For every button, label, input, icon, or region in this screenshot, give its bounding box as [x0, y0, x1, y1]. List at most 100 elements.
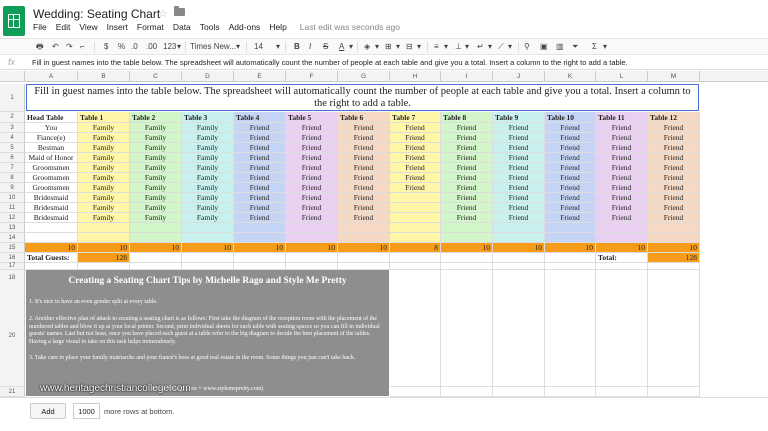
guest-cell[interactable]: [493, 233, 545, 243]
font-size-select[interactable]: 14: [254, 41, 263, 53]
cell[interactable]: [182, 253, 234, 263]
guest-cell[interactable]: Friend: [545, 203, 596, 213]
guest-cell[interactable]: Friend: [545, 143, 596, 153]
cell[interactable]: [493, 286, 545, 387]
chevron-down-icon[interactable]: ▾: [396, 41, 400, 53]
table-header[interactable]: Table 2: [130, 112, 182, 123]
guest-cell[interactable]: Family: [78, 193, 130, 203]
guest-cell[interactable]: Friend: [390, 153, 441, 163]
guest-cell[interactable]: Friend: [234, 213, 286, 223]
guest-cell[interactable]: Friend: [234, 193, 286, 203]
guest-cell[interactable]: Friend: [338, 143, 390, 153]
cell[interactable]: [441, 263, 493, 270]
cell[interactable]: [493, 270, 545, 287]
chevron-down-icon[interactable]: ▾: [417, 41, 421, 53]
guest-cell[interactable]: [78, 223, 130, 233]
guest-cell[interactable]: Family: [78, 183, 130, 193]
row-header-6[interactable]: 6: [0, 153, 25, 163]
guest-cell[interactable]: Family: [78, 163, 130, 173]
guest-cell[interactable]: Friend: [545, 173, 596, 183]
guest-cell[interactable]: [234, 223, 286, 233]
guest-cell[interactable]: Friend: [234, 173, 286, 183]
guest-cell[interactable]: Family: [182, 123, 234, 133]
folder-icon[interactable]: [174, 6, 185, 16]
guest-cell[interactable]: Family: [130, 163, 182, 173]
filter-icon[interactable]: ⏷: [572, 41, 578, 53]
head-table-cell[interactable]: Groomsmen: [25, 163, 78, 173]
guest-cell[interactable]: [390, 203, 441, 213]
row-header-13[interactable]: 13: [0, 223, 25, 233]
menu-data[interactable]: Data: [173, 22, 191, 32]
guest-cell[interactable]: Friend: [493, 183, 545, 193]
guest-cell[interactable]: Friend: [545, 123, 596, 133]
font-select[interactable]: Times New...: [190, 41, 236, 53]
guest-cell[interactable]: Friend: [545, 193, 596, 203]
table-header[interactable]: Table 1: [78, 112, 130, 123]
add-rows-button[interactable]: Add: [30, 403, 66, 419]
bold-button[interactable]: B: [294, 41, 300, 53]
cell[interactable]: [441, 387, 493, 397]
row-header-12[interactable]: 12: [0, 213, 25, 223]
star-icon[interactable]: ☆: [158, 7, 168, 20]
chevron-down-icon[interactable]: ▾: [488, 41, 492, 53]
table-header[interactable]: Table 12: [648, 112, 700, 123]
guest-cell[interactable]: Friend: [338, 153, 390, 163]
column-header-c[interactable]: C: [130, 71, 182, 82]
cell[interactable]: [234, 253, 286, 263]
total-label[interactable]: Total:: [596, 253, 648, 263]
table-count-cell[interactable]: 10: [596, 243, 648, 253]
row-header-16[interactable]: 16: [0, 253, 25, 263]
functions-icon[interactable]: Σ: [592, 41, 597, 53]
column-header-i[interactable]: I: [441, 71, 493, 82]
guest-cell[interactable]: Friend: [596, 123, 648, 133]
cell[interactable]: [493, 253, 545, 263]
guest-cell[interactable]: Friend: [286, 123, 338, 133]
guest-cell[interactable]: Family: [130, 203, 182, 213]
guest-cell[interactable]: Family: [182, 183, 234, 193]
head-table-cell[interactable]: Groomsmen: [25, 183, 78, 193]
rotate-text-icon[interactable]: ⟋: [498, 41, 504, 53]
guest-cell[interactable]: Friend: [441, 163, 493, 173]
table-header[interactable]: Table 10: [545, 112, 596, 123]
guest-cell[interactable]: Friend: [234, 203, 286, 213]
total-value[interactable]: 128: [648, 253, 700, 263]
guest-cell[interactable]: [648, 233, 700, 243]
guest-cell[interactable]: Friend: [648, 163, 700, 173]
table-header[interactable]: Table 7: [390, 112, 441, 123]
guest-cell[interactable]: Friend: [338, 163, 390, 173]
guest-cell[interactable]: Friend: [648, 133, 700, 143]
cell[interactable]: [234, 263, 286, 270]
cell[interactable]: [390, 286, 441, 387]
cell[interactable]: [78, 263, 130, 270]
table-header[interactable]: Table 6: [338, 112, 390, 123]
guest-cell[interactable]: [286, 233, 338, 243]
head-table-cell[interactable]: [25, 223, 78, 233]
guest-cell[interactable]: Friend: [338, 123, 390, 133]
cell[interactable]: [648, 286, 700, 387]
column-header-l[interactable]: L: [596, 71, 648, 82]
guest-cell[interactable]: [78, 233, 130, 243]
guest-cell[interactable]: Friend: [596, 173, 648, 183]
chevron-down-icon[interactable]: ▾: [276, 41, 280, 53]
column-header-b[interactable]: B: [78, 71, 130, 82]
percent-button[interactable]: %: [118, 41, 125, 53]
guest-cell[interactable]: Friend: [390, 123, 441, 133]
table-count-cell[interactable]: 10: [338, 243, 390, 253]
guest-cell[interactable]: [390, 233, 441, 243]
chevron-down-icon[interactable]: ▾: [177, 41, 181, 53]
cell[interactable]: [596, 270, 648, 287]
row-header-4[interactable]: 4: [0, 133, 25, 143]
cell[interactable]: [545, 270, 596, 287]
guest-cell[interactable]: Family: [78, 173, 130, 183]
menu-tools[interactable]: Tools: [200, 22, 220, 32]
table-count-cell[interactable]: 10: [234, 243, 286, 253]
table-header[interactable]: Table 11: [596, 112, 648, 123]
head-table-cell[interactable]: Bridesmaid: [25, 193, 78, 203]
guest-cell[interactable]: Friend: [648, 123, 700, 133]
borders-icon[interactable]: ⊞: [385, 41, 392, 53]
guest-cell[interactable]: Friend: [648, 143, 700, 153]
row-header-14[interactable]: 14: [0, 233, 25, 243]
guest-cell[interactable]: Family: [78, 213, 130, 223]
table-count-cell[interactable]: 10: [545, 243, 596, 253]
guest-cell[interactable]: Friend: [596, 143, 648, 153]
